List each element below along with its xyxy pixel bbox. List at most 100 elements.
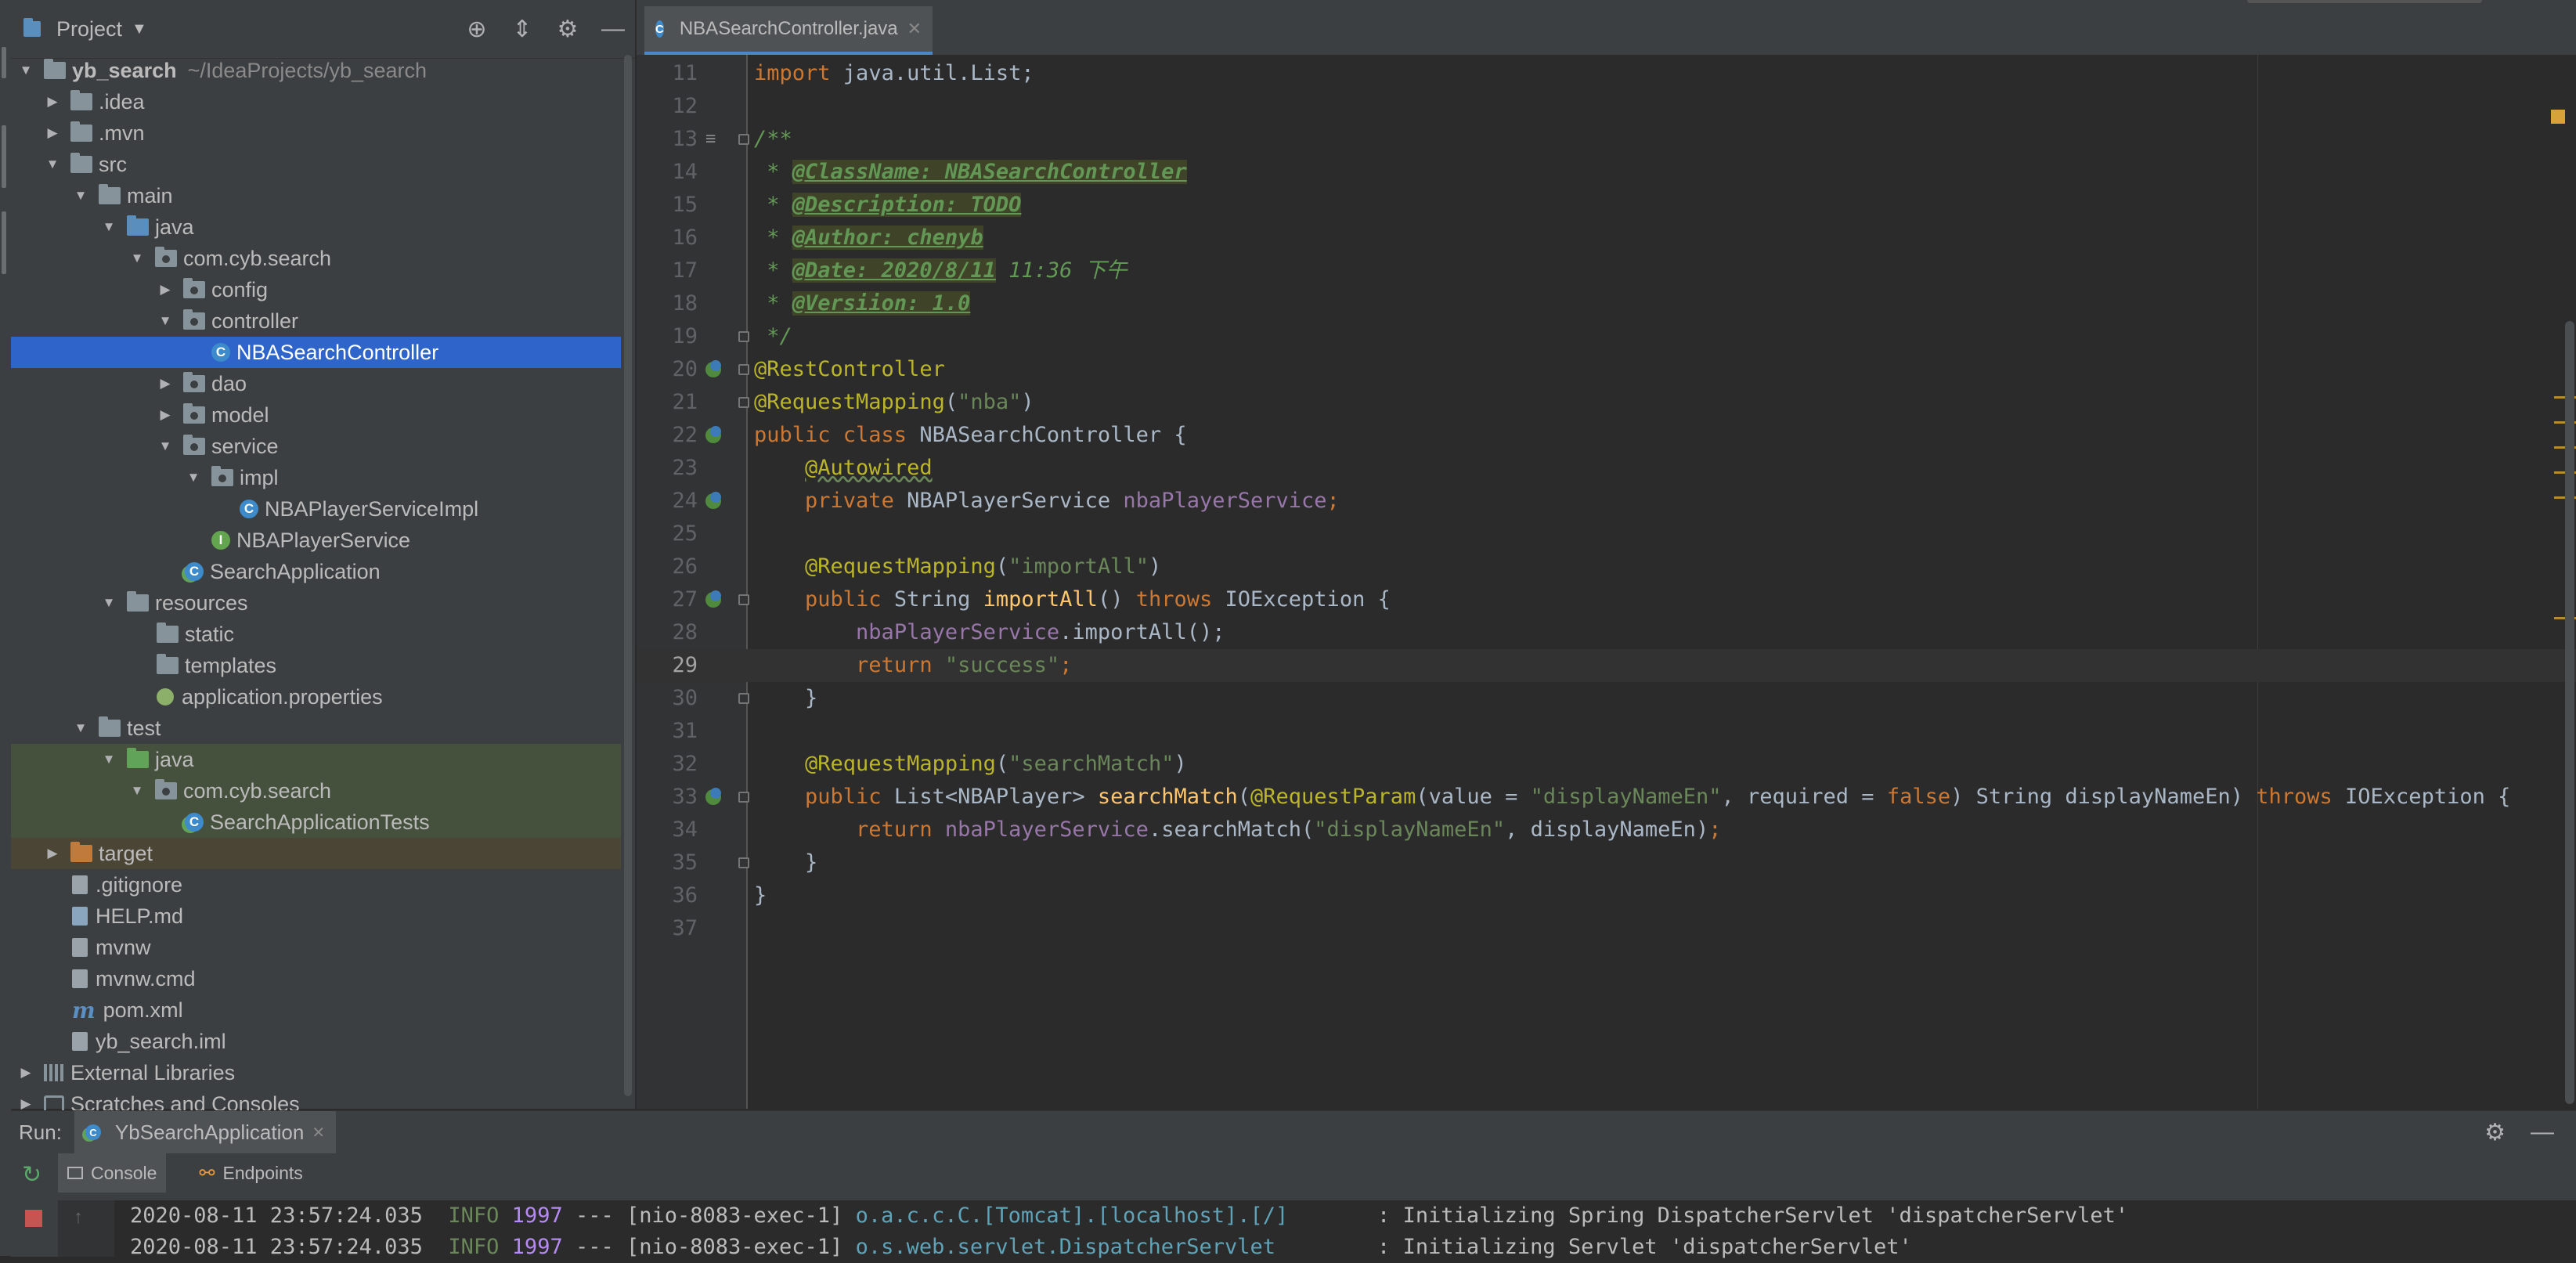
code-line[interactable]: 12 <box>637 90 2576 123</box>
tree-item-pom-xml[interactable]: m pom.xml <box>11 994 621 1026</box>
chevron-right-icon[interactable]: ▶ <box>157 281 174 298</box>
code-line[interactable]: 36} <box>637 879 2576 912</box>
code-line[interactable]: 33 public List<NBAPlayer> searchMatch(@R… <box>637 781 2576 814</box>
tree-item-java[interactable]: ▼ java <box>11 211 621 243</box>
code-line-current[interactable]: 29 return "success"; <box>637 649 2576 682</box>
tree-item-nbaplayerserviceimpl[interactable]: C NBAPlayerServiceImpl <box>11 493 621 525</box>
stop-icon[interactable] <box>25 1210 42 1227</box>
tab-run-config[interactable]: C YbSearchApplication ✕ <box>74 1111 337 1153</box>
tree-item-iml[interactable]: yb_search.iml <box>11 1026 621 1057</box>
chevron-right-icon[interactable]: ▶ <box>44 845 61 862</box>
chevron-down-icon[interactable]: ▼ <box>100 218 117 236</box>
tree-item-static[interactable]: static <box>11 619 621 650</box>
tree-item-config[interactable]: ▶ config <box>11 274 621 305</box>
rerun-icon[interactable]: ↻ <box>22 1161 41 1189</box>
structure-tool-window-marker[interactable] <box>2 125 6 188</box>
code-line[interactable]: 18 * @Versiion: 1.0 <box>637 287 2576 320</box>
code-line[interactable]: 16 * @Author: chenyb <box>637 222 2576 254</box>
close-icon[interactable]: ✕ <box>312 1123 325 1142</box>
code-line[interactable]: 13 ≡ /** <box>637 123 2576 156</box>
fold-icon[interactable] <box>738 693 749 704</box>
chevron-down-icon[interactable]: ▼ <box>100 594 117 612</box>
tree-item-package-com-cyb-search[interactable]: ▼ com.cyb.search <box>11 243 621 274</box>
code-line[interactable]: 28 nbaPlayerService.importAll(); <box>637 616 2576 649</box>
spring-bean-icon[interactable] <box>705 360 721 377</box>
hide-panel-icon[interactable]: — <box>599 15 627 43</box>
project-view-selector[interactable]: Project ▼ <box>23 17 147 41</box>
tree-item-gitignore[interactable]: .gitignore <box>11 869 621 900</box>
fold-icon[interactable] <box>738 397 749 408</box>
tree-item-nbaplayerservice[interactable]: I NBAPlayerService <box>11 525 621 556</box>
gear-icon[interactable]: ⚙ <box>2484 1119 2506 1146</box>
editor-scrollbar[interactable] <box>2565 321 2574 1104</box>
chevron-down-icon[interactable]: ▼ <box>128 782 146 799</box>
code-line[interactable]: 34 return nbaPlayerService.searchMatch("… <box>637 814 2576 846</box>
code-line[interactable]: 20 @RestController <box>637 353 2576 386</box>
tree-item-resources[interactable]: ▼ resources <box>11 587 621 619</box>
chevron-down-icon[interactable]: ▼ <box>128 250 146 267</box>
tree-item-mvnw[interactable]: mvnw <box>11 932 621 963</box>
tree-item-impl[interactable]: ▼ impl <box>11 462 621 493</box>
tree-item-help-md[interactable]: HELP.md <box>11 900 621 932</box>
code-editor[interactable]: 11 import java.util.List; 12 13 ≡ /** 14 * … <box>637 55 2576 1109</box>
code-line[interactable]: 17 * @Date: 2020/8/11 11:36 下午 <box>637 254 2576 287</box>
gear-icon[interactable]: ⚙ <box>554 15 582 43</box>
code-line[interactable]: 19 */ <box>637 320 2576 353</box>
chevron-right-icon[interactable]: ▶ <box>157 406 174 424</box>
project-tool-window-marker[interactable] <box>2 47 6 78</box>
code-line[interactable]: 35 } <box>637 846 2576 879</box>
chevron-down-icon[interactable]: ▼ <box>72 187 89 204</box>
tree-item-dao[interactable]: ▶ dao <box>11 368 621 399</box>
code-line[interactable]: 23 @Autowired <box>637 452 2576 485</box>
chevron-down-icon[interactable]: ▼ <box>44 156 61 173</box>
console-output[interactable]: 2020-08-11 23:57:24.035 INFO 1997 --- [n… <box>114 1200 2576 1259</box>
tree-item-src[interactable]: ▼ src <box>11 149 621 180</box>
code-line[interactable]: 25 <box>637 518 2576 550</box>
chevron-down-icon[interactable]: ▼ <box>157 438 174 455</box>
code-line[interactable]: 11 import java.util.List; <box>637 57 2576 90</box>
request-mapping-icon[interactable] <box>705 788 721 805</box>
chevron-down-icon[interactable]: ▼ <box>185 469 202 486</box>
code-line[interactable]: 31 <box>637 715 2576 748</box>
code-line[interactable]: 22 public class NBASearchController { <box>637 419 2576 452</box>
project-scrollbar[interactable] <box>624 55 632 1096</box>
tree-item-yb_search[interactable]: ▼ yb_search ~/IdeaProjects/yb_search <box>11 55 621 86</box>
chevron-right-icon[interactable]: ▶ <box>44 124 61 142</box>
tree-item-test-java[interactable]: ▼ java <box>11 744 621 775</box>
tree-item-service[interactable]: ▼ service <box>11 431 621 462</box>
hide-panel-icon[interactable]: — <box>2531 1119 2554 1146</box>
chevron-down-icon[interactable]: ▼ <box>100 751 117 768</box>
tab-console[interactable]: Console <box>58 1153 167 1193</box>
tree-item-application-properties[interactable]: application.properties <box>11 681 621 713</box>
tree-item-test[interactable]: ▼ test <box>11 713 621 744</box>
request-mapping-icon[interactable] <box>705 590 721 608</box>
chevron-right-icon[interactable]: ▶ <box>157 375 174 392</box>
code-line[interactable]: 26 @RequestMapping("importAll") <box>637 550 2576 583</box>
fold-icon[interactable] <box>738 857 749 868</box>
tree-item-external-libraries[interactable]: ▶ External Libraries <box>11 1057 621 1088</box>
chevron-right-icon[interactable]: ▶ <box>44 93 61 110</box>
tree-item-nbasearchcontroller[interactable]: C NBASearchController <box>11 337 621 368</box>
collapse-all-icon[interactable]: ⇕ <box>508 15 536 43</box>
code-line[interactable]: 37 <box>637 912 2576 945</box>
code-line[interactable]: 24 private NBAPlayerService nbaPlayerSer… <box>637 485 2576 518</box>
code-line[interactable]: 27 public String importAll() throws IOEx… <box>637 583 2576 616</box>
code-line[interactable]: 14 * @ClassName: NBASearchController <box>637 156 2576 189</box>
close-icon[interactable]: ✕ <box>907 19 922 39</box>
scroll-up-icon[interactable]: ↑ <box>74 1207 83 1229</box>
fold-icon[interactable] <box>738 331 749 342</box>
spring-bean-icon[interactable] <box>705 426 721 443</box>
tree-item-target[interactable]: ▶ target <box>11 838 621 869</box>
fold-icon[interactable] <box>738 364 749 375</box>
fold-icon[interactable] <box>738 134 749 145</box>
tree-item-test-package[interactable]: ▼ com.cyb.search <box>11 775 621 807</box>
tree-item-controller[interactable]: ▼ controller <box>11 305 621 337</box>
inspection-status-icon[interactable] <box>2551 110 2565 124</box>
chevron-right-icon[interactable]: ▶ <box>17 1064 34 1081</box>
tab-endpoints[interactable]: ⚯ Endpoints <box>189 1153 312 1193</box>
fold-icon[interactable] <box>738 792 749 803</box>
favorites-tool-window-marker[interactable] <box>2 211 6 274</box>
tree-item-searchapplication[interactable]: C SearchApplication <box>11 556 621 587</box>
tree-item-searchapplicationtests[interactable]: C SearchApplicationTests <box>11 807 621 838</box>
locate-file-icon[interactable]: ⊕ <box>463 15 491 43</box>
